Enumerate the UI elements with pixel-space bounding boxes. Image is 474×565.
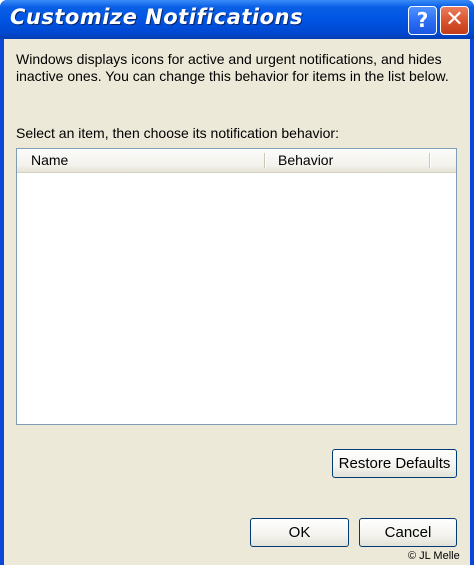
column-header-name[interactable]: Name <box>31 149 68 172</box>
description-text: Windows displays icons for active and ur… <box>16 51 449 84</box>
select-instruction-label: Select an item, then choose its notifica… <box>16 125 339 141</box>
notification-items-list[interactable]: Name Behavior <box>16 148 457 425</box>
customize-notifications-dialog: Customize Notifications ? ✕ Windows disp… <box>0 0 474 565</box>
ok-button[interactable]: OK <box>250 518 349 547</box>
list-body[interactable] <box>17 173 456 424</box>
title-bar[interactable]: Customize Notifications ? ✕ <box>0 0 474 39</box>
column-divider[interactable] <box>429 153 431 168</box>
close-icon[interactable]: ✕ <box>440 6 469 35</box>
window-title: Customize Notifications <box>10 5 303 29</box>
help-icon[interactable]: ? <box>408 6 437 35</box>
copyright-watermark: © JL Melle <box>408 550 460 562</box>
cancel-button[interactable]: Cancel <box>359 518 457 547</box>
column-divider[interactable] <box>264 153 266 168</box>
column-header-behavior[interactable]: Behavior <box>278 149 333 172</box>
list-header: Name Behavior <box>17 149 456 173</box>
restore-defaults-button[interactable]: Restore Defaults <box>332 449 457 478</box>
dialog-body: Windows displays icons for active and ur… <box>4 39 470 565</box>
